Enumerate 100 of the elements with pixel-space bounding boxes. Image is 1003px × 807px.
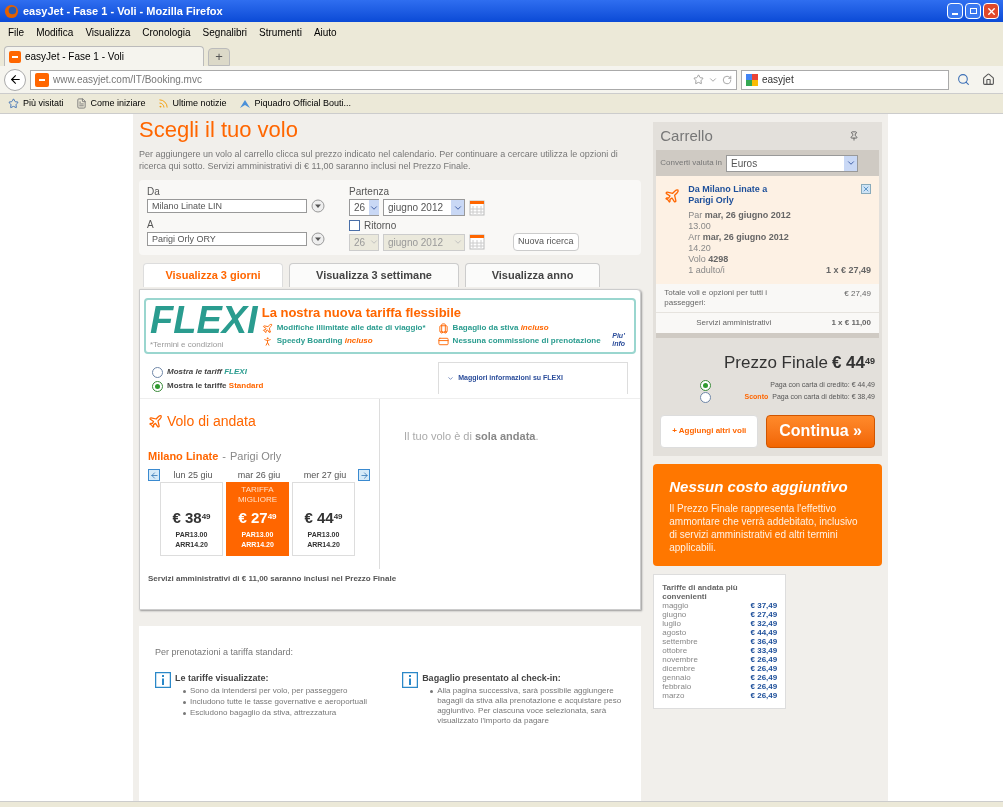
info-icon: [402, 671, 419, 688]
reload-icon[interactable]: [722, 74, 732, 85]
flexi-banner[interactable]: [144, 298, 637, 354]
minimize-button[interactable]: [947, 3, 963, 19]
address-bar[interactable]: www.easyjet.com/IT/Booking.mvc: [30, 69, 737, 90]
promo-text: Il Prezzo Finale rappresenta l'effettivo ammontare che verrà addebitato, inclusivo di servizi amministrativi ed altri termini applicabili.: [669, 502, 859, 554]
view-tab[interactable]: Visualizza 3 settimane: [289, 263, 459, 287]
fare-price: € 38$^{49}$: [172, 508, 211, 528]
month-name: agosto: [662, 628, 687, 637]
route-separator: -: [222, 449, 226, 464]
menu-item[interactable]: Visualizza: [85, 24, 131, 40]
item-price: 1 x € 27,49: [825, 265, 871, 276]
view-tab[interactable]: Visualizza anno: [465, 263, 600, 287]
destination-field[interactable]: Parigi Orly ORY: [147, 232, 307, 246]
home-icon[interactable]: [982, 73, 995, 86]
menu-item[interactable]: Cronologia: [142, 24, 191, 40]
search-field[interactable]: easyjet: [741, 69, 949, 90]
menu-item[interactable]: Aiuto: [313, 24, 337, 40]
fares-title: Tariffe di andata più convenienti: [662, 583, 739, 601]
previous-day-button[interactable]: [148, 469, 160, 482]
radio-button[interactable]: [152, 380, 163, 392]
radio-button[interactable]: [700, 391, 711, 403]
month-price[interactable]: € 27,49: [750, 610, 778, 619]
fee-note: Servizi amministrativi di € 11,00 saranno inclusi nel Prezzo Finale: [147, 573, 398, 585]
menu-item[interactable]: Segnalibri: [202, 24, 248, 40]
bookmark-item[interactable]: Ultime notizie: [172, 96, 227, 111]
month-price[interactable]: € 26,49: [750, 655, 778, 664]
month-price[interactable]: € 26,49: [750, 664, 778, 673]
day-label: mer 27 giu: [302, 468, 348, 482]
month-price[interactable]: € 33,49: [750, 646, 778, 655]
search-engine-icon: [746, 73, 758, 86]
menu-item[interactable]: Strumenti: [259, 24, 302, 40]
passengers-text: 1 adulto/i: [688, 265, 725, 276]
total-price: € 27,49: [844, 288, 871, 300]
final-price: € 44$^{49}$: [831, 352, 875, 374]
bookmark-item[interactable]: Piquadro Official Bouti...: [254, 96, 351, 111]
radio-button[interactable]: [700, 379, 711, 391]
destination-text: Parigi Orly: [229, 449, 282, 464]
cart-title: Carrello: [660, 125, 713, 146]
info-bullet: Includono tutte le tasse governative e aeroportuali: [190, 697, 367, 707]
month-price[interactable]: € 32,49: [750, 619, 778, 628]
feature-text: Bagaglio da stiva incluso: [452, 322, 549, 334]
month-price[interactable]: € 36,49: [750, 637, 778, 646]
month-price[interactable]: € 26,49: [750, 691, 778, 700]
month-price[interactable]: € 37,49: [750, 601, 778, 610]
menu-item[interactable]: Modifica: [36, 24, 74, 40]
pin-icon[interactable]: [849, 131, 859, 141]
dropdown-icon[interactable]: [311, 232, 325, 246]
day-select[interactable]: 26: [349, 199, 379, 216]
month-name: luglio: [662, 619, 681, 628]
month-name: giugno: [662, 610, 687, 619]
month-name: dicembre: [662, 664, 696, 673]
restore-button[interactable]: [965, 3, 981, 19]
page-heading: Scegli il tuo volo: [139, 116, 299, 144]
origin-text: Milano Linate: [148, 449, 219, 464]
favicon-icon: [9, 50, 21, 63]
field-label: Da: [147, 185, 161, 199]
return-checkbox[interactable]: [349, 220, 360, 231]
remove-button[interactable]: [861, 184, 871, 194]
person-icon: [261, 335, 273, 347]
fare-option-label[interactable]: Mostra le tariff FLEXI: [167, 366, 247, 378]
month-name: gennaio: [662, 673, 691, 682]
flexi-logo: FLEXI: [150, 301, 258, 339]
month-price[interactable]: € 26,49: [750, 673, 778, 682]
browser-tab[interactable]: easyJet - Fase 1 - Voli: [4, 46, 204, 66]
currency-select[interactable]: Euros: [726, 154, 859, 172]
close-button[interactable]: [983, 3, 999, 19]
flight-title: Da Milano Linate a Parigi Orly: [688, 184, 769, 206]
fee-price: 1 x € 11,00: [831, 317, 871, 329]
search-icon[interactable]: [957, 73, 970, 86]
promo-title: Nessun costo aggiuntivo: [669, 476, 849, 497]
info-title: Bagaglio presentato al check-in:: [422, 671, 562, 685]
bookmark-star-icon[interactable]: [693, 74, 704, 85]
calendar-icon[interactable]: [469, 199, 485, 216]
menu-item[interactable]: File: [8, 24, 25, 40]
section-title: Volo di andata: [167, 412, 256, 431]
new-tab-button[interactable]: +: [208, 48, 230, 66]
plane-icon: [664, 188, 681, 204]
one-way-note: Il tuo volo è di sola andata.: [404, 430, 539, 442]
month-price[interactable]: € 26,49: [750, 682, 778, 691]
fare-option-label[interactable]: Mostra le tariffe Standard: [167, 380, 264, 392]
suitcase-icon: [437, 322, 449, 334]
feature-text: Modifiche illimitate alle date di viaggio*: [276, 322, 426, 334]
next-day-button[interactable]: [358, 469, 370, 482]
bookmark-item[interactable]: Come iniziare: [90, 96, 146, 111]
month-select[interactable]: giugno 2012: [383, 199, 465, 216]
info-bullet: Sono da intendersi per volo, per passeggero: [190, 686, 348, 696]
back-button[interactable]: [4, 68, 26, 91]
star-icon: [8, 98, 19, 109]
final-price-label: Prezzo Finale: [723, 352, 828, 374]
window-title: easyJet - Fase 1 - Voli - Mozilla Firefox: [23, 3, 223, 19]
info-icon: [155, 671, 171, 688]
day-label: lun 25 giu: [172, 468, 214, 482]
bookmark-item[interactable]: Più visitati: [23, 96, 64, 111]
month-price[interactable]: € 44,49: [750, 628, 778, 637]
back-arrow-icon: [8, 73, 22, 86]
origin-field[interactable]: Milano Linate LIN: [147, 199, 307, 213]
dropdown-icon[interactable]: [311, 199, 325, 213]
radio-button[interactable]: [152, 366, 163, 378]
chevron-icon[interactable]: [845, 158, 856, 168]
